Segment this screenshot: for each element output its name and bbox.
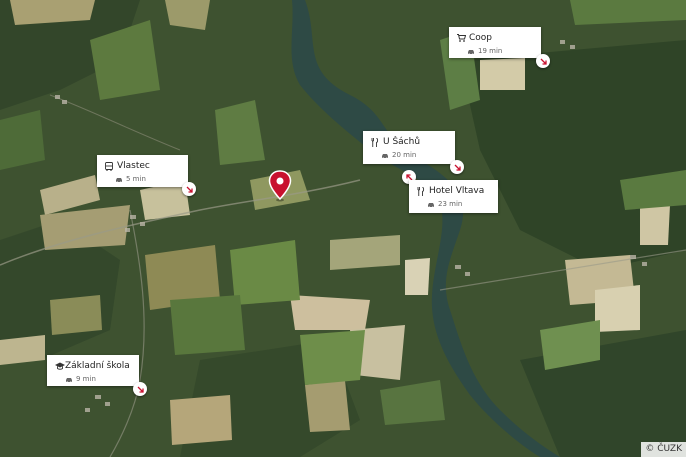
poi-card-vlastec[interactable]: Vlastec 5 min <box>97 155 188 187</box>
car-icon <box>467 49 478 55</box>
map-view[interactable]: Coop 19 min U Šáchů 20 min Hotel Vltava … <box>0 0 686 457</box>
school-icon <box>55 361 65 371</box>
restaurant-icon <box>371 137 383 147</box>
arrow-down-right-icon <box>454 164 461 171</box>
arrow-down-right-icon <box>540 58 547 65</box>
poi-travel-time: 20 min <box>392 151 417 159</box>
poi-name: Coop <box>469 33 493 43</box>
poi-name: U Šáchů <box>383 137 421 147</box>
map-copyright: © ČUZK <box>641 442 686 457</box>
poi-arrow-coop[interactable] <box>536 54 550 68</box>
poi-arrow-vlastec[interactable] <box>182 182 196 196</box>
satellite-imagery <box>0 0 686 457</box>
car-icon <box>381 153 392 159</box>
poi-name: Základní škola Zá... <box>65 361 131 371</box>
car-icon <box>65 377 76 383</box>
poi-arrow-u-sachu[interactable] <box>450 160 464 174</box>
poi-card-coop[interactable]: Coop 19 min <box>449 27 541 58</box>
restaurant-icon <box>417 186 429 196</box>
poi-card-u-sachu[interactable]: U Šáchů 20 min <box>363 131 455 164</box>
poi-card-zakladni-skola[interactable]: Základní škola Zá... 9 min <box>47 355 139 386</box>
arrow-down-right-icon <box>186 186 193 193</box>
poi-travel-time: 23 min <box>438 200 463 208</box>
poi-name: Vlastec <box>117 161 150 171</box>
poi-name: Hotel Vltava <box>429 186 485 196</box>
poi-travel-time: 19 min <box>478 47 503 55</box>
bus-icon <box>105 161 117 171</box>
car-icon <box>115 177 126 183</box>
poi-card-hotel-vltava[interactable]: Hotel Vltava 23 min <box>409 180 498 213</box>
poi-travel-time: 5 min <box>126 175 146 183</box>
location-pin-icon[interactable] <box>268 170 292 202</box>
poi-arrow-zakladni-skola[interactable] <box>133 382 147 396</box>
car-icon <box>427 202 438 208</box>
arrow-down-right-icon <box>137 386 144 393</box>
poi-travel-time: 9 min <box>76 375 96 383</box>
cart-icon <box>457 33 469 43</box>
